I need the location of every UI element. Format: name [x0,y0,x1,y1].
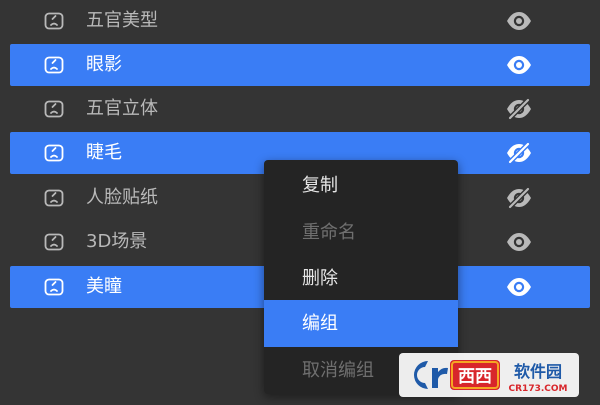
eye-hidden-icon[interactable] [505,96,533,122]
layer-label: 睫毛 [86,142,122,163]
layer-label: 眼影 [86,54,122,75]
face-layer-icon [43,276,65,298]
eye-icon[interactable] [505,8,533,34]
svg-text:西西: 西西 [458,367,492,387]
eye-icon[interactable] [505,52,533,78]
menu-item-copy[interactable]: 复制 [264,162,458,209]
svg-text:CR173.COM: CR173.COM [509,384,568,394]
layer-label: 人脸贴纸 [86,187,158,208]
face-layer-icon [43,54,65,76]
menu-item-rename: 重命名 [302,222,356,243]
layer-row-yanying[interactable]: 眼影 [10,44,590,86]
eye-icon[interactable] [505,274,533,300]
menu-item-delete[interactable]: 删除 [264,255,458,302]
face-layer-icon [43,187,65,209]
cr173-watermark-logo: 西西 软件园 CR173.COM [398,352,580,398]
layer-label: 3D场景 [86,231,148,252]
layer-row-wuguan-liti[interactable]: 五官立体 [10,88,590,130]
menu-item-group[interactable]: 编组 [264,300,458,347]
face-layer-icon [43,10,65,32]
eye-hidden-icon[interactable] [505,140,533,166]
layer-label: 美瞳 [86,276,122,297]
face-layer-icon [43,142,65,164]
layer-label: 五官美型 [86,10,158,31]
eye-hidden-icon[interactable] [505,185,533,211]
face-layer-icon [43,98,65,120]
eye-icon[interactable] [505,229,533,255]
layer-row-wuguan-meixing[interactable]: 五官美型 [10,0,590,42]
face-layer-icon [43,231,65,253]
layer-label: 五官立体 [86,98,158,119]
svg-text:软件园: 软件园 [514,362,562,381]
